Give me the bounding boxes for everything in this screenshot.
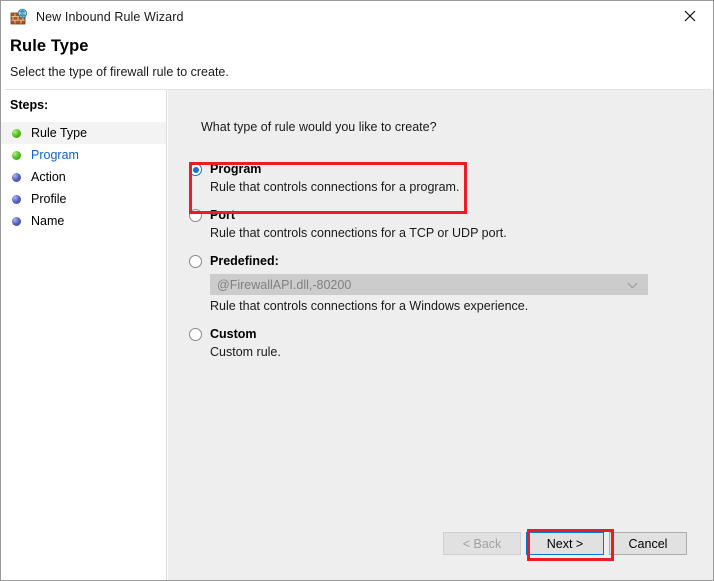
sidebar-item-name[interactable]: Name bbox=[1, 210, 166, 232]
sidebar-item-label: Name bbox=[31, 214, 65, 228]
steps-sidebar: Steps: Rule Type Program Action Profile … bbox=[1, 90, 167, 580]
page-header: Rule Type Select the type of firewall ru… bbox=[1, 32, 713, 89]
content-pane: What type of rule would you like to crea… bbox=[168, 90, 713, 580]
radio-predefined[interactable] bbox=[189, 255, 202, 268]
firewall-wall-globe-icon bbox=[10, 8, 28, 26]
radio-program[interactable] bbox=[189, 163, 202, 176]
next-button[interactable]: Next > bbox=[526, 532, 604, 555]
steps-heading: Steps: bbox=[10, 98, 49, 112]
cancel-button[interactable]: Cancel bbox=[609, 532, 687, 555]
page-subtitle: Select the type of firewall rule to crea… bbox=[10, 65, 229, 79]
sidebar-item-label: Program bbox=[31, 148, 79, 162]
question-text: What type of rule would you like to crea… bbox=[201, 120, 437, 134]
chevron-down-icon bbox=[627, 278, 638, 292]
predefined-combobox-value: @FirewallAPI.dll,-80200 bbox=[217, 277, 352, 292]
option-program[interactable]: Program Rule that controls connections f… bbox=[189, 162, 689, 194]
option-title: Program bbox=[210, 162, 262, 176]
sidebar-item-program[interactable]: Program bbox=[1, 144, 166, 166]
sidebar-item-profile[interactable]: Profile bbox=[1, 188, 166, 210]
footer-button-bar: < Back Next > Cancel bbox=[168, 521, 713, 580]
steps-list: Rule Type Program Action Profile Name bbox=[1, 122, 166, 232]
step-bullet-icon bbox=[12, 172, 21, 182]
window-title: New Inbound Rule Wizard bbox=[36, 9, 184, 24]
back-button[interactable]: < Back bbox=[443, 532, 521, 555]
title-bar: New Inbound Rule Wizard bbox=[1, 1, 713, 32]
page-title: Rule Type bbox=[10, 37, 89, 55]
step-bullet-icon bbox=[12, 128, 21, 138]
predefined-combobox[interactable]: @FirewallAPI.dll,-80200 bbox=[210, 274, 648, 295]
option-predefined[interactable]: Predefined: @FirewallAPI.dll,-80200 Rule… bbox=[189, 254, 689, 313]
sidebar-item-action[interactable]: Action bbox=[1, 166, 166, 188]
option-title: Custom bbox=[210, 327, 257, 341]
close-icon[interactable] bbox=[667, 1, 713, 31]
sidebar-item-rule-type[interactable]: Rule Type bbox=[1, 122, 166, 144]
radio-custom[interactable] bbox=[189, 328, 202, 341]
option-description: Rule that controls connections for a TCP… bbox=[210, 226, 507, 240]
radio-port[interactable] bbox=[189, 209, 202, 222]
option-port[interactable]: Port Rule that controls connections for … bbox=[189, 208, 689, 240]
sidebar-item-label: Rule Type bbox=[31, 126, 88, 140]
sidebar-item-label: Profile bbox=[31, 192, 67, 206]
rule-type-radio-group: Program Rule that controls connections f… bbox=[189, 162, 689, 359]
step-bullet-icon bbox=[12, 194, 21, 204]
option-description: Rule that controls connections for a pro… bbox=[210, 180, 460, 194]
sidebar-item-label: Action bbox=[31, 170, 66, 184]
option-custom[interactable]: Custom Custom rule. bbox=[189, 327, 689, 359]
option-title: Port bbox=[210, 208, 235, 222]
option-description: Rule that controls connections for a Win… bbox=[210, 299, 529, 313]
step-bullet-icon bbox=[12, 150, 21, 160]
new-inbound-rule-wizard-window: New Inbound Rule Wizard Rule Type Select… bbox=[0, 0, 714, 581]
option-description: Custom rule. bbox=[210, 345, 281, 359]
step-bullet-icon bbox=[12, 216, 21, 226]
option-title: Predefined: bbox=[210, 254, 279, 268]
